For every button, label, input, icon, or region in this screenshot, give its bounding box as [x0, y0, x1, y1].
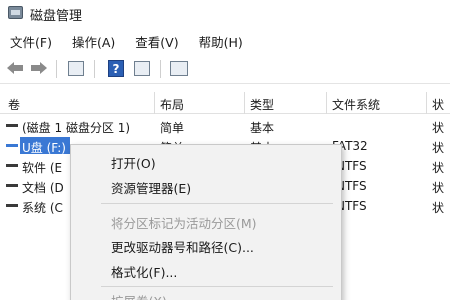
column-filesystem[interactable]: 文件系统 — [332, 96, 380, 113]
row-volume: U盘 (F:) — [22, 141, 66, 155]
context-menu: 打开(O) 资源管理器(E) 将分区标记为活动分区(M) 更改驱动器号和路径(C… — [70, 144, 342, 300]
column-divider[interactable] — [326, 92, 327, 114]
row-status: 状 — [432, 141, 445, 155]
view-icon[interactable] — [134, 61, 150, 76]
toolbar-separator — [94, 60, 95, 78]
menu-file[interactable]: 文件(F) — [10, 32, 52, 51]
row-volume: (磁盘 1 磁盘分区 1) — [22, 121, 131, 135]
column-volume[interactable]: 卷 — [8, 96, 20, 113]
table-row[interactable]: (磁盘 1 磁盘分区 1) 简单 基本 状 — [0, 116, 450, 136]
column-divider[interactable] — [154, 92, 155, 114]
column-type[interactable]: 类型 — [250, 96, 274, 113]
row-volume: 系统 (C — [22, 201, 63, 215]
volume-icon — [6, 124, 18, 127]
volume-icon — [6, 204, 18, 207]
volume-table-header — [0, 92, 450, 114]
menu-separator — [101, 286, 333, 287]
disk-management-app-icon — [8, 6, 23, 19]
volume-icon — [6, 164, 18, 167]
menu-item-open[interactable]: 打开(O) — [111, 153, 156, 172]
row-status: 状 — [432, 121, 445, 135]
row-volume: 文档 (D — [22, 181, 64, 195]
menu-separator — [101, 203, 333, 204]
row-type: 基本 — [250, 121, 275, 135]
menu-item-explorer[interactable]: 资源管理器(E) — [111, 178, 191, 197]
menu-help[interactable]: 帮助(H) — [199, 32, 243, 51]
menu-item-change-drive-letter[interactable]: 更改驱动器号和路径(C)... — [111, 237, 254, 256]
menu-item-mark-active: 将分区标记为活动分区(M) — [111, 216, 257, 231]
window-title: 磁盘管理 — [30, 9, 83, 24]
column-layout[interactable]: 布局 — [160, 96, 184, 113]
toolbar-separator — [160, 60, 161, 78]
row-status: 状 — [432, 181, 445, 195]
help-icon[interactable]: ? — [108, 60, 124, 77]
volume-icon — [6, 144, 18, 147]
forward-arrow-icon[interactable] — [30, 60, 48, 76]
properties-icon[interactable] — [68, 61, 84, 76]
row-layout: 简单 — [160, 121, 185, 135]
volume-icon — [6, 184, 18, 187]
menu-view[interactable]: 查看(V) — [135, 32, 178, 51]
column-divider[interactable] — [426, 92, 427, 114]
back-arrow-icon[interactable] — [6, 60, 24, 76]
menu-item-extend-volume: 扩展卷(X)... — [111, 291, 179, 300]
toolbar-separator — [56, 60, 57, 78]
row-status: 状 — [432, 161, 445, 175]
menu-action[interactable]: 操作(A) — [72, 32, 115, 51]
list-icon[interactable] — [170, 61, 188, 76]
column-status[interactable]: 状 — [432, 96, 444, 113]
row-status: 状 — [432, 201, 445, 215]
title-bar: 磁盘管理 — [0, 0, 450, 26]
row-volume: 软件 (E — [22, 161, 63, 175]
menu-item-format[interactable]: 格式化(F)... — [111, 262, 177, 281]
menu-bar: 文件(F) 操作(A) 查看(V) 帮助(H) — [0, 30, 450, 52]
column-divider[interactable] — [244, 92, 245, 114]
